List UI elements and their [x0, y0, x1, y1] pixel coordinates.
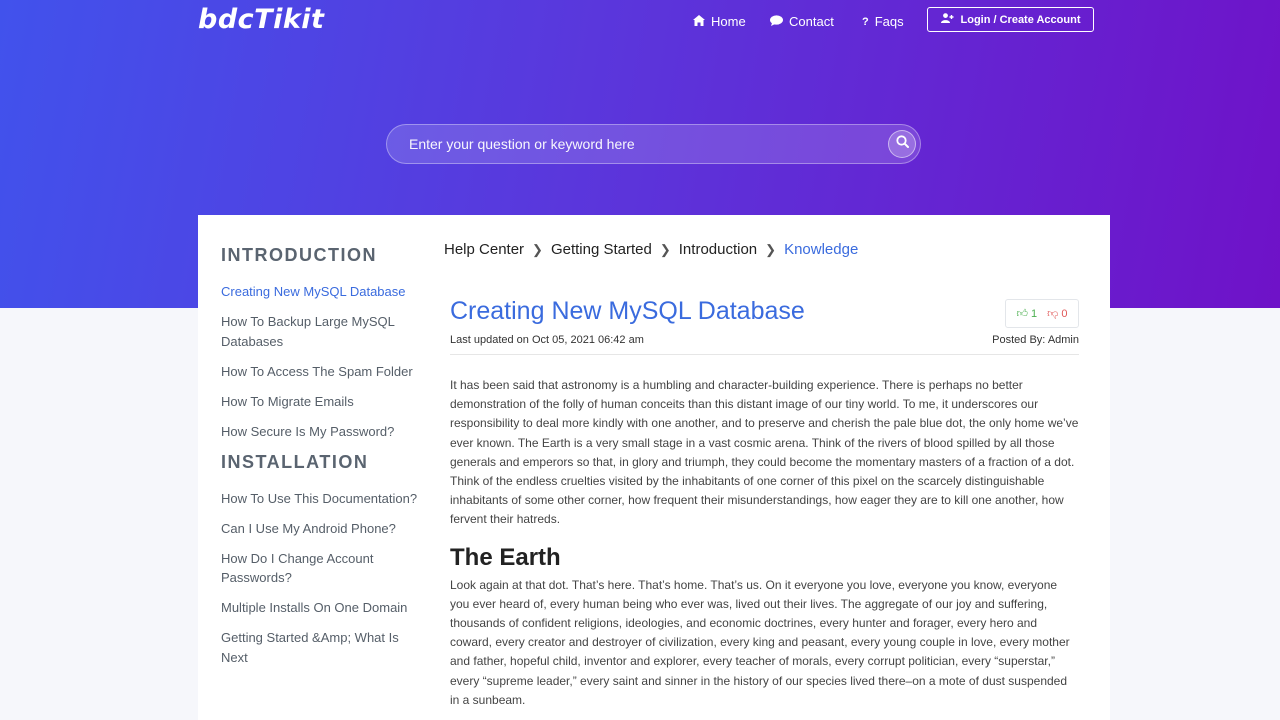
sidebar-item-password-secure[interactable]: How Secure Is My Password?	[221, 422, 421, 442]
chevron-right-icon: ❯	[659, 241, 671, 257]
nav-home-label: Home	[711, 14, 746, 29]
search-input[interactable]	[409, 125, 879, 163]
content-panel: INTRODUCTION Creating New MySQL Database…	[198, 215, 1110, 720]
home-icon	[693, 14, 705, 29]
search-icon	[895, 135, 909, 153]
search-button[interactable]	[888, 130, 916, 158]
sidebar-item-getting-started[interactable]: Getting Started &Amp; What Is Next	[221, 628, 421, 667]
sidebar-item-android[interactable]: Can I Use My Android Phone?	[221, 519, 421, 539]
breadcrumb-help-center[interactable]: Help Center	[444, 241, 524, 258]
article-intro: It has been said that astronomy is a hum…	[450, 378, 1079, 527]
thumbs-down-icon: 👎︎	[1047, 308, 1059, 320]
article-body: Look again at that dot. That’s here. Tha…	[450, 577, 1070, 707]
login-label: Login / Create Account	[960, 13, 1081, 26]
nav-contact[interactable]: Contact	[770, 14, 834, 29]
nav-faqs[interactable]: ? Faqs	[862, 14, 904, 29]
top-nav: Home Contact ? Faqs Login / Create Accou…	[0, 0, 1280, 42]
search-bar	[386, 124, 921, 164]
chevron-right-icon: ❯	[532, 241, 543, 257]
sidebar-item-documentation[interactable]: How To Use This Documentation?	[221, 489, 421, 509]
downvote-count: 0	[1061, 308, 1068, 320]
sidebar-heading-introduction: INTRODUCTION	[221, 245, 377, 265]
article-meta: Last updated on Oct 05, 2021 06:42 am Po…	[450, 334, 1079, 355]
breadcrumb-knowledge: Knowledge	[784, 241, 859, 258]
upvote-count: 1	[1031, 308, 1038, 320]
nav-home[interactable]: Home	[693, 14, 746, 29]
thumbs-up-icon: 👍︎	[1016, 308, 1028, 320]
upvote-button[interactable]: 👍︎ 1	[1016, 307, 1037, 320]
section-heading: The Earth	[450, 543, 561, 571]
chevron-right-icon: ❯	[765, 241, 777, 257]
sidebar-item-multiple-installs[interactable]: Multiple Installs On One Domain	[221, 598, 421, 618]
sidebar-item-migrate-emails[interactable]: How To Migrate Emails	[221, 392, 421, 412]
sidebar-heading-installation: INSTALLATION	[221, 451, 369, 472]
breadcrumb-getting-started[interactable]: Getting Started	[551, 241, 652, 258]
breadcrumb: Help Center ❯ Getting Started ❯ Introduc…	[444, 241, 858, 258]
chat-icon	[770, 14, 783, 29]
breadcrumb-introduction[interactable]: Introduction	[679, 241, 757, 258]
downvote-button[interactable]: 👎︎ 0	[1047, 307, 1067, 320]
sidebar-item-spam-folder[interactable]: How To Access The Spam Folder	[221, 362, 421, 382]
sidebar-item-change-passwords[interactable]: How Do I Change Account Passwords?	[221, 549, 421, 588]
nav-faqs-label: Faqs	[874, 14, 904, 29]
question-icon: ?	[862, 15, 869, 28]
posted-by: Posted By: Admin	[992, 334, 1079, 346]
article-title: Creating New MySQL Database	[450, 297, 805, 325]
article: Creating New MySQL Database 👍︎ 1 👎︎ 0 La…	[450, 295, 1079, 710]
sidebar: INTRODUCTION Creating New MySQL Database…	[221, 245, 421, 678]
nav-contact-label: Contact	[789, 14, 834, 29]
vote-box: 👍︎ 1 👎︎ 0	[1005, 299, 1079, 328]
last-updated: Last updated on Oct 05, 2021 06:42 am	[450, 334, 644, 346]
sidebar-item-creating-mysql[interactable]: Creating New MySQL Database	[221, 282, 421, 302]
login-button[interactable]: Login / Create Account	[927, 7, 1094, 32]
sidebar-item-backup-mysql[interactable]: How To Backup Large MySQL Databases	[221, 312, 421, 351]
user-plus-icon	[940, 13, 954, 26]
